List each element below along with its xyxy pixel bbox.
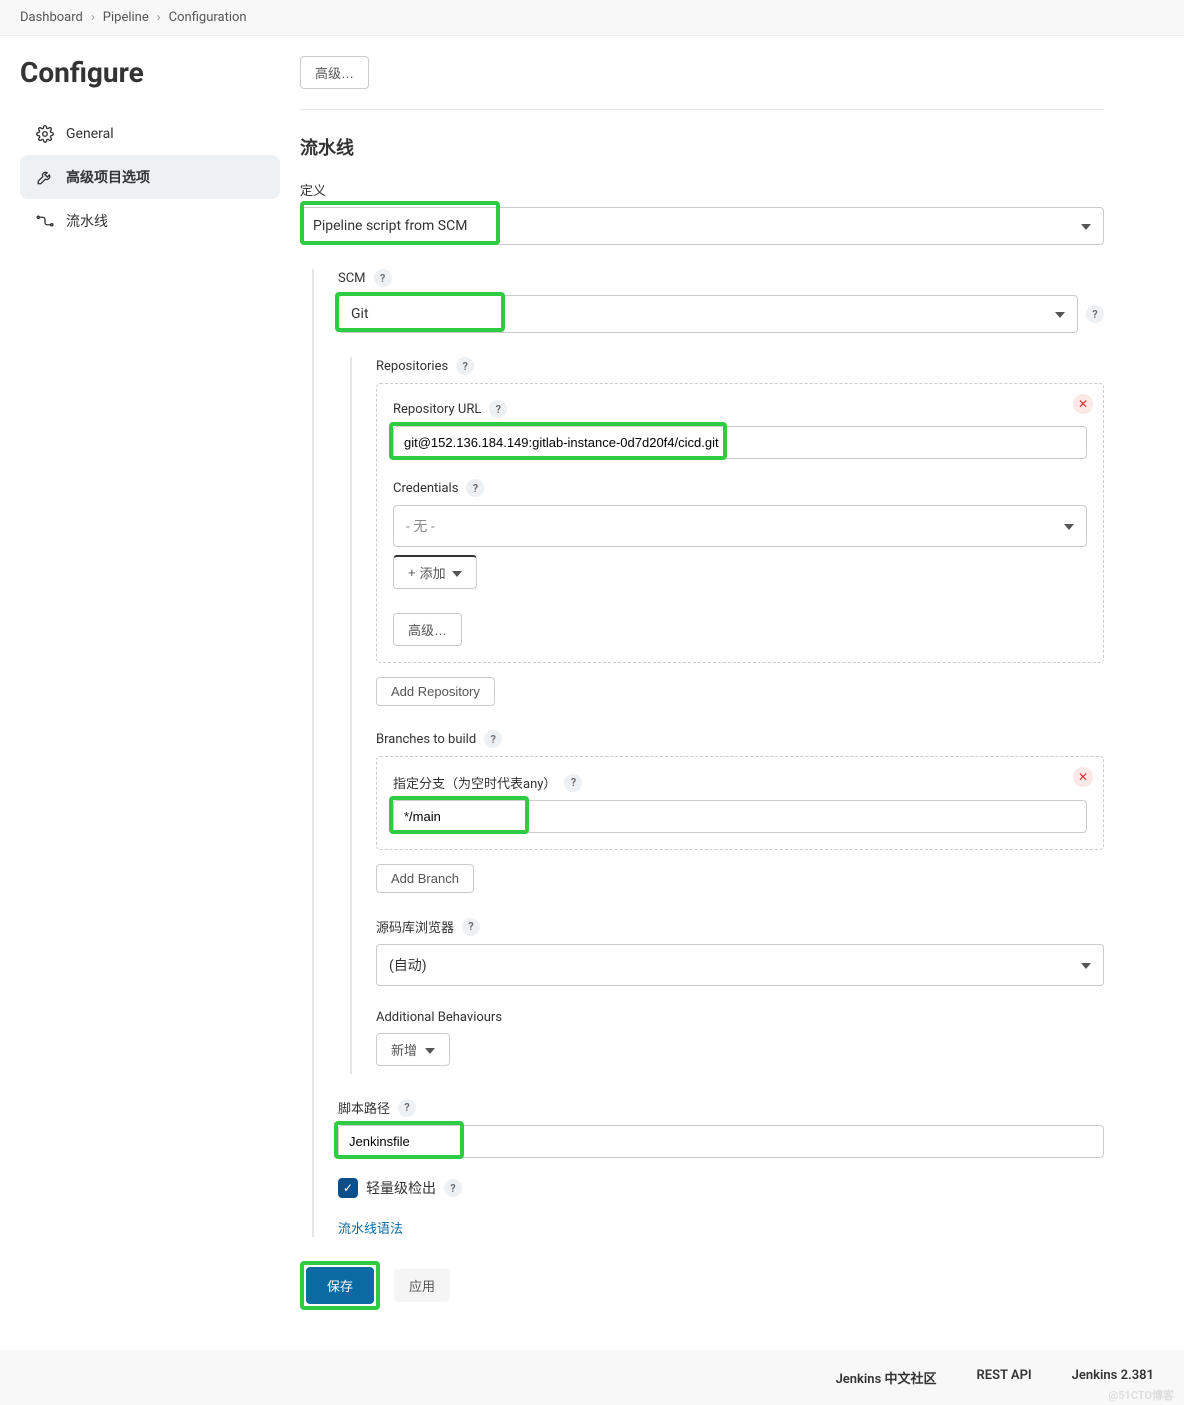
chevron-down-icon (1064, 518, 1074, 534)
select-value: (自动) (389, 955, 427, 975)
repo-url-label: Repository URL (393, 402, 481, 417)
lightweight-checkbox[interactable]: ✓ (338, 1178, 358, 1198)
help-icon[interactable]: ? (462, 918, 480, 936)
select-value: - 无 - (406, 516, 435, 536)
pipeline-heading: 流水线 (300, 134, 1104, 160)
help-icon[interactable]: ? (564, 774, 582, 792)
pipeline-syntax-link[interactable]: 流水线语法 (338, 1218, 1104, 1237)
select-value: Git (351, 306, 369, 322)
delete-button[interactable]: ✕ (1073, 394, 1093, 414)
behaviours-label: Additional Behaviours (376, 1010, 1104, 1025)
save-button[interactable]: 保存 (306, 1267, 374, 1304)
help-icon[interactable]: ? (484, 730, 502, 748)
definition-label: 定义 (300, 180, 1104, 199)
sidebar-item-general[interactable]: General (20, 113, 280, 155)
repo-browser-select[interactable]: (自动) (376, 944, 1104, 986)
delete-button[interactable]: ✕ (1073, 767, 1093, 787)
script-path-input[interactable] (338, 1125, 1104, 1158)
wrench-icon (36, 168, 54, 186)
repo-browser-label: 源码库浏览器 (376, 917, 454, 936)
advanced-button[interactable]: 高级… (300, 56, 369, 89)
help-icon[interactable]: ? (456, 357, 474, 375)
breadcrumb-item[interactable]: Dashboard (20, 10, 83, 25)
sidebar-item-label: 高级项目选项 (66, 167, 150, 187)
branch-block: ✕ 指定分支（为空时代表any） ? (376, 756, 1104, 850)
repository-block: ✕ Repository URL ? Credentials ? - 无 (376, 383, 1104, 663)
gear-icon (36, 125, 54, 143)
help-icon[interactable]: ? (374, 269, 392, 287)
sidebar-item-label: 流水线 (66, 211, 108, 231)
chevron-down-icon (1055, 306, 1065, 322)
breadcrumb: Dashboard › Pipeline › Configuration (0, 0, 1184, 36)
repo-advanced-button[interactable]: 高级… (393, 613, 462, 646)
sidebar-item-advanced-options[interactable]: 高级项目选项 (20, 155, 280, 199)
footer-community-link[interactable]: Jenkins 中文社区 (836, 1368, 937, 1387)
repositories-label: Repositories (376, 359, 448, 374)
repo-url-input[interactable] (393, 426, 1087, 459)
branch-input[interactable] (393, 800, 1087, 833)
button-label: 添加 (420, 563, 446, 582)
help-icon[interactable]: ? (1086, 305, 1104, 323)
add-repository-button[interactable]: Add Repository (376, 677, 495, 706)
chevron-down-icon (425, 1042, 435, 1057)
definition-select[interactable]: Pipeline script from SCM (300, 207, 1104, 245)
page-title: Configure (20, 56, 280, 89)
lightweight-label: 轻量级检出 (366, 1178, 436, 1198)
pipeline-icon (36, 212, 54, 230)
chevron-down-icon (1081, 218, 1091, 234)
button-label: 新增 (391, 1040, 417, 1059)
breadcrumb-item[interactable]: Pipeline (103, 10, 149, 25)
script-path-label: 脚本路径 (338, 1098, 390, 1117)
main-content: 高级… 流水线 定义 Pipeline script from SCM SCM … (300, 36, 1184, 1350)
divider (300, 109, 1104, 110)
scm-select[interactable]: Git (338, 295, 1078, 333)
help-icon[interactable]: ? (489, 400, 507, 418)
branch-spec-label: 指定分支（为空时代表any） (393, 773, 556, 792)
breadcrumb-item[interactable]: Configuration (169, 10, 247, 25)
add-credentials-button[interactable]: + 添加 (393, 555, 477, 589)
sidebar-item-pipeline[interactable]: 流水线 (20, 199, 280, 243)
help-icon[interactable]: ? (398, 1099, 416, 1117)
credentials-label: Credentials (393, 481, 458, 496)
help-icon[interactable]: ? (466, 479, 484, 497)
help-icon[interactable]: ? (444, 1179, 462, 1197)
watermark: @51CTO博客 (1108, 1387, 1174, 1403)
credentials-select[interactable]: - 无 - (393, 505, 1087, 547)
footer-version: Jenkins 2.381 (1072, 1368, 1154, 1387)
footer-rest-api-link[interactable]: REST API (976, 1368, 1031, 1387)
sidebar-item-label: General (66, 126, 114, 142)
apply-button[interactable]: 应用 (394, 1269, 450, 1302)
chevron-right-icon: › (157, 10, 161, 25)
add-behaviour-button[interactable]: 新增 (376, 1033, 450, 1066)
scm-label: SCM (338, 271, 366, 286)
branches-label: Branches to build (376, 732, 476, 747)
add-branch-button[interactable]: Add Branch (376, 864, 474, 893)
lightweight-checkout-row: ✓ 轻量级检出 ? (338, 1178, 1104, 1198)
sidebar: Configure General 高级项目选项 流水线 (0, 36, 300, 1350)
footer: Jenkins 中文社区 REST API Jenkins 2.381 @51C… (0, 1350, 1184, 1405)
select-value: Pipeline script from SCM (313, 218, 467, 234)
save-highlight: 保存 (300, 1261, 380, 1310)
plus-icon: + (408, 565, 416, 580)
chevron-right-icon: › (91, 10, 95, 25)
chevron-down-icon (452, 565, 462, 580)
chevron-down-icon (1081, 957, 1091, 973)
